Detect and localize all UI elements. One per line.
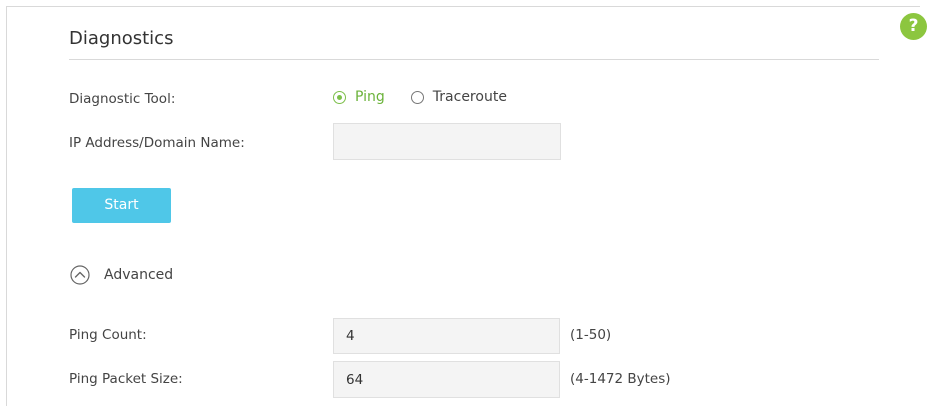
diagnostic-tool-radio-group: Ping Traceroute bbox=[333, 89, 507, 105]
ping-packet-size-input[interactable] bbox=[333, 361, 560, 398]
radio-traceroute[interactable]: Traceroute bbox=[410, 89, 507, 105]
radio-traceroute-label[interactable]: Traceroute bbox=[433, 89, 507, 105]
ping-count-label: Ping Count: bbox=[69, 327, 147, 343]
radio-traceroute-indicator[interactable] bbox=[410, 90, 424, 104]
ping-count-range-hint: (1-50) bbox=[570, 327, 612, 343]
radio-ping-indicator[interactable] bbox=[333, 90, 346, 104]
radio-ping[interactable]: Ping bbox=[333, 89, 385, 105]
ip-address-input[interactable] bbox=[333, 123, 561, 160]
advanced-toggle[interactable]: Advanced bbox=[70, 265, 173, 285]
advanced-label[interactable]: Advanced bbox=[104, 267, 173, 283]
ping-packet-size-label: Ping Packet Size: bbox=[69, 371, 183, 387]
help-icon[interactable]: ? bbox=[900, 13, 927, 40]
ping-packet-size-range-hint: (4-1472 Bytes) bbox=[570, 371, 671, 387]
chevron-up-circle-icon[interactable] bbox=[70, 265, 90, 285]
start-button[interactable]: Start bbox=[72, 188, 171, 223]
ping-count-input[interactable] bbox=[333, 318, 560, 354]
diagnostic-tool-label: Diagnostic Tool: bbox=[69, 91, 176, 107]
radio-ping-label[interactable]: Ping bbox=[355, 89, 385, 105]
page-title: Diagnostics bbox=[69, 28, 174, 49]
ip-address-label: IP Address/Domain Name: bbox=[69, 135, 245, 151]
title-divider bbox=[69, 59, 879, 60]
diagnostics-page: ? Diagnostics Diagnostic Tool: Ping Trac… bbox=[0, 0, 927, 406]
